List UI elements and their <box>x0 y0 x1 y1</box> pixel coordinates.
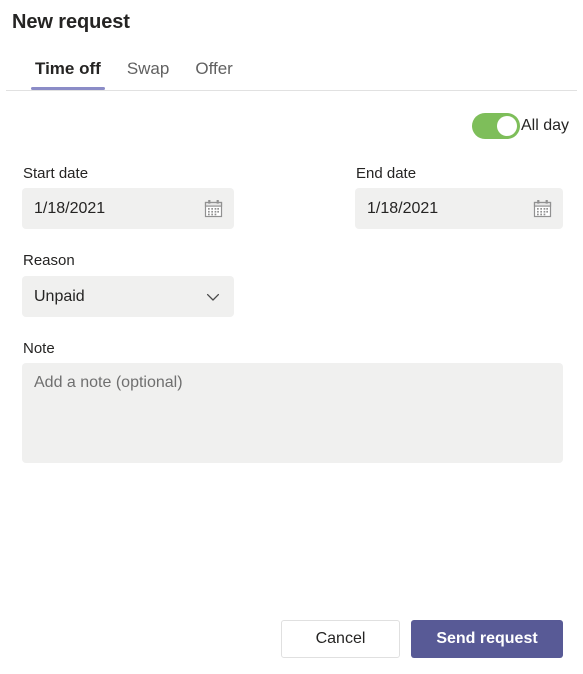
end-date-label: End date <box>356 165 417 182</box>
tab-time-off[interactable]: Time off <box>22 58 114 90</box>
toggle-knob <box>496 116 517 136</box>
note-label: Note <box>23 340 55 357</box>
reason-select[interactable]: Unpaid <box>22 276 234 317</box>
tab-time-off-label: Time off <box>35 59 101 78</box>
send-request-button[interactable]: Send request <box>411 620 563 658</box>
all-day-toggle[interactable] <box>471 113 520 139</box>
tab-offer-label: Offer <box>195 59 233 78</box>
end-date-input[interactable]: 1/18/2021 <box>355 188 563 229</box>
tab-swap[interactable]: Swap <box>114 58 183 90</box>
page-title: New request <box>12 11 130 33</box>
cancel-button[interactable]: Cancel <box>281 620 400 658</box>
chevron-down-icon <box>206 293 220 301</box>
start-date-value: 1/18/2021 <box>34 199 106 217</box>
note-textarea[interactable]: Add a note (optional) <box>22 363 563 463</box>
tab-offer[interactable]: Offer <box>182 58 245 90</box>
all-day-label: All day <box>520 117 569 134</box>
all-day-row: All day <box>471 113 569 139</box>
tab-swap-label: Swap <box>126 59 170 78</box>
tab-bar-divider <box>6 90 577 91</box>
tab-list: Time off Swap Offer <box>22 58 246 90</box>
reason-label: Reason <box>23 252 75 269</box>
calendar-icon <box>533 200 551 218</box>
calendar-icon <box>204 200 222 218</box>
tab-bar: Time off Swap Offer <box>0 58 583 91</box>
note-placeholder: Add a note (optional) <box>34 374 183 391</box>
reason-dropdown-button[interactable] <box>192 276 234 317</box>
reason-value: Unpaid <box>34 287 85 305</box>
start-date-input[interactable]: 1/18/2021 <box>22 188 234 229</box>
start-date-label: Start date <box>23 165 89 182</box>
end-date-value: 1/18/2021 <box>367 199 439 217</box>
start-date-calendar-button[interactable] <box>192 188 234 229</box>
end-date-calendar-button[interactable] <box>521 188 563 229</box>
dialog-footer: Cancel Send request <box>0 620 583 658</box>
